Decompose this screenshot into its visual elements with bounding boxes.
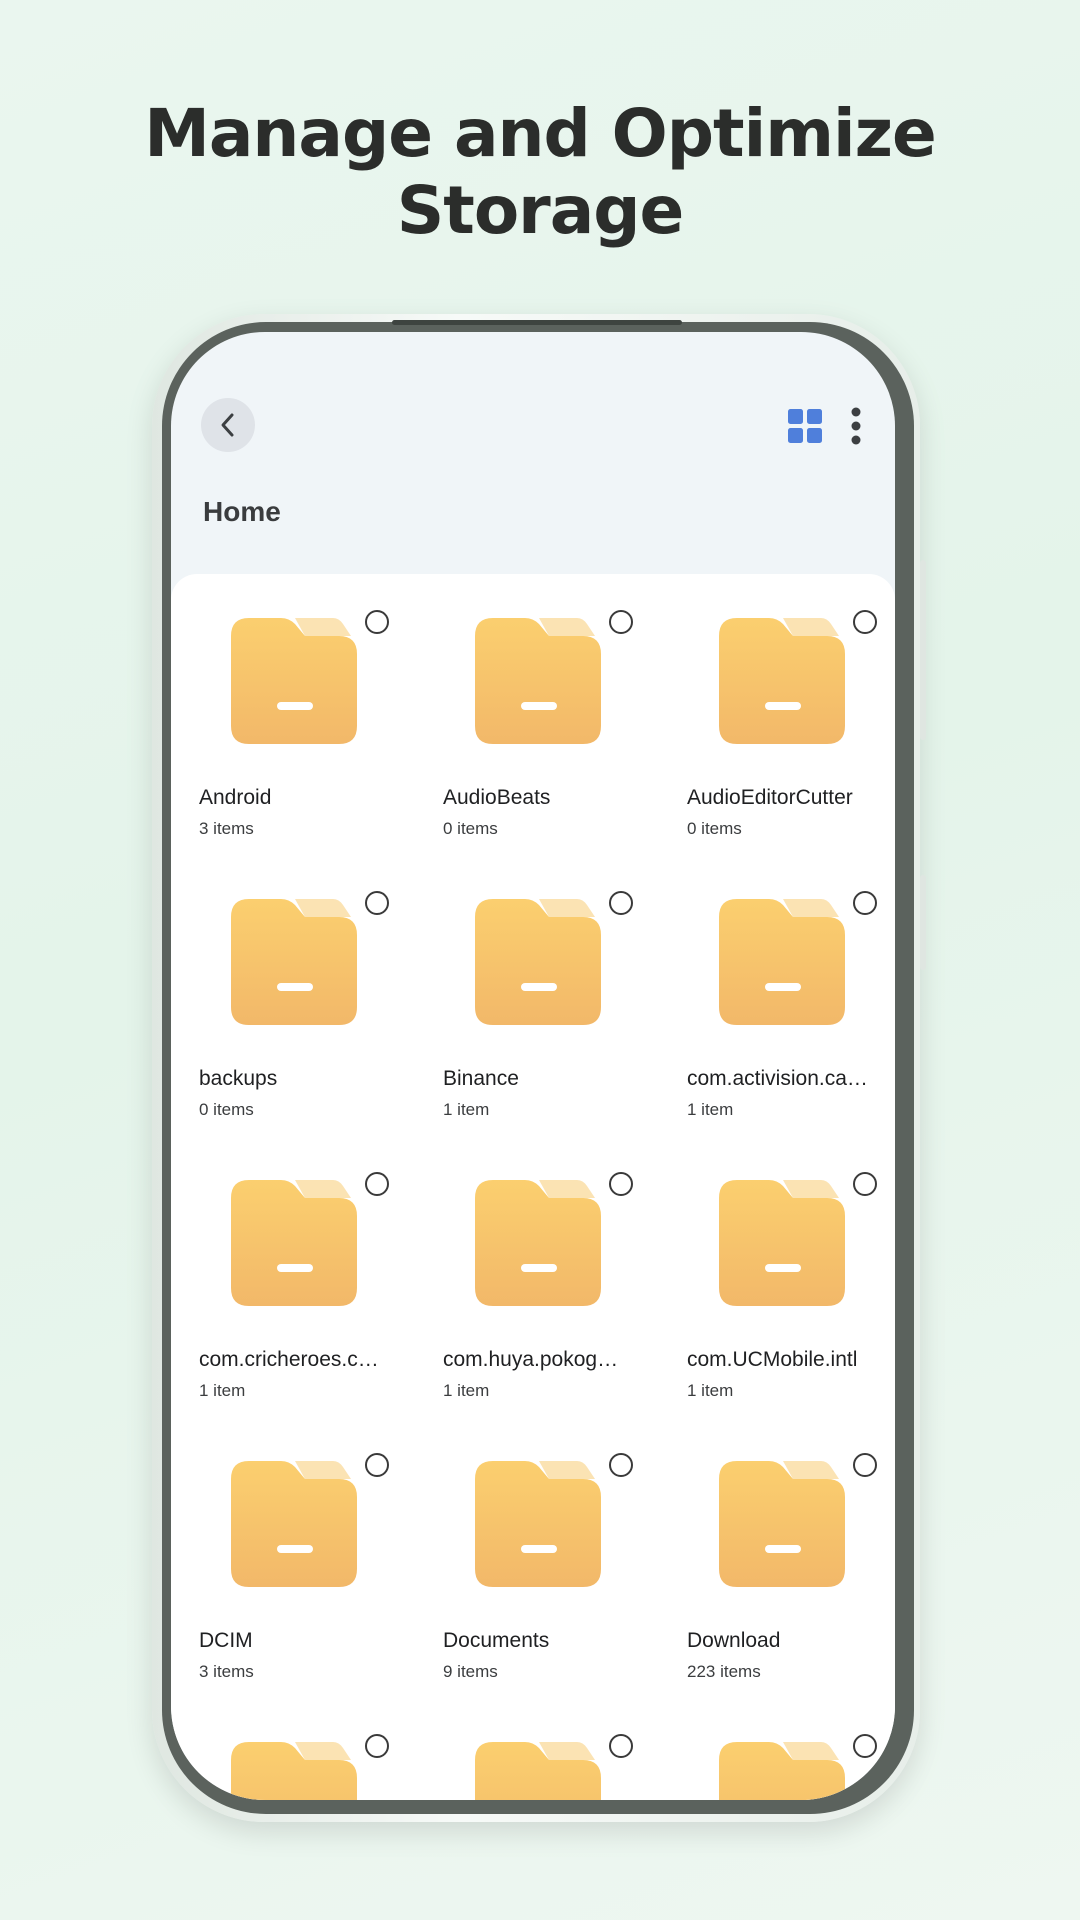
folder-item-count: 3 items xyxy=(199,1662,254,1681)
folder-item-count: 0 items xyxy=(199,1100,254,1119)
folder-icon xyxy=(475,1180,601,1306)
select-checkbox[interactable] xyxy=(365,610,389,634)
folder-item[interactable]: Documents 9 items xyxy=(443,1417,687,1698)
folder-item[interactable]: Binance 1 item xyxy=(443,855,687,1136)
phone-side-button xyxy=(920,875,926,970)
folder-icon xyxy=(231,899,357,1025)
more-vertical-icon[interactable] xyxy=(851,407,861,445)
select-checkbox[interactable] xyxy=(853,1734,877,1758)
select-checkbox[interactable] xyxy=(365,1734,389,1758)
folder-icon xyxy=(719,1461,845,1587)
folder-icon xyxy=(475,1461,601,1587)
folder-icon xyxy=(231,1180,357,1306)
select-checkbox[interactable] xyxy=(365,891,389,915)
folder-icon xyxy=(719,1742,845,1800)
folder-item[interactable] xyxy=(199,1698,443,1800)
folder-icon xyxy=(231,1461,357,1587)
folder-icon xyxy=(475,618,601,744)
folder-item-count: 3 items xyxy=(199,819,254,838)
folder-icon xyxy=(719,899,845,1025)
folder-list-panel: Android 3 items AudioBeats 0 items Audio… xyxy=(171,574,895,1800)
folder-name: Documents xyxy=(443,1629,550,1652)
folder-name: com.activision.ca… xyxy=(687,1067,868,1090)
folder-item[interactable]: Android 3 items xyxy=(199,574,443,855)
select-checkbox[interactable] xyxy=(609,891,633,915)
folder-item[interactable]: com.huya.pokog… 1 item xyxy=(443,1136,687,1417)
folder-name: Download xyxy=(687,1629,781,1652)
folder-icon xyxy=(475,899,601,1025)
back-button[interactable] xyxy=(201,398,255,452)
folder-grid: Android 3 items AudioBeats 0 items Audio… xyxy=(171,574,895,1800)
folder-name: DCIM xyxy=(199,1629,253,1652)
folder-item[interactable]: com.cricheroes.c… 1 item xyxy=(199,1136,443,1417)
select-checkbox[interactable] xyxy=(365,1172,389,1196)
folder-item-count: 1 item xyxy=(443,1100,490,1119)
select-checkbox[interactable] xyxy=(853,610,877,634)
promo-headline: Manage and Optimize Storage xyxy=(144,95,937,249)
folder-item-count: 0 items xyxy=(687,819,742,838)
select-checkbox[interactable] xyxy=(609,1453,633,1477)
folder-item-count: 1 item xyxy=(687,1100,734,1119)
folder-name: com.UCMobile.intl xyxy=(687,1348,858,1371)
folder-icon xyxy=(231,1742,357,1800)
folder-name: Binance xyxy=(443,1067,519,1090)
folder-name: AudioBeats xyxy=(443,786,551,809)
folder-item[interactable]: Download 223 items xyxy=(687,1417,895,1698)
select-checkbox[interactable] xyxy=(609,1172,633,1196)
folder-name: backups xyxy=(199,1067,278,1090)
folder-icon xyxy=(231,618,357,744)
folder-item-count: 1 item xyxy=(443,1381,490,1400)
folder-item[interactable]: backups 0 items xyxy=(199,855,443,1136)
folder-name: com.cricheroes.c… xyxy=(199,1348,379,1371)
phone-side-button xyxy=(920,560,926,740)
app-screen: Home Android 3 items AudioBeats 0 items … xyxy=(171,332,895,1800)
folder-item-count: 1 item xyxy=(687,1381,734,1400)
folder-item-count: 0 items xyxy=(443,819,498,838)
folder-name: Android xyxy=(199,786,272,809)
folder-item-count: 223 items xyxy=(687,1662,761,1681)
folder-item-count: 9 items xyxy=(443,1662,498,1681)
grid-view-icon[interactable] xyxy=(788,409,822,443)
page-title: Home xyxy=(203,496,281,527)
folder-name: AudioEditorCutter xyxy=(687,786,853,809)
folder-icon xyxy=(719,618,845,744)
folder-name: com.huya.pokog… xyxy=(443,1348,619,1371)
folder-item[interactable]: com.activision.ca… 1 item xyxy=(687,855,895,1136)
select-checkbox[interactable] xyxy=(609,610,633,634)
folder-icon xyxy=(719,1180,845,1306)
folder-item[interactable]: AudioEditorCutter 0 items xyxy=(687,574,895,855)
folder-item[interactable]: com.UCMobile.intl 1 item xyxy=(687,1136,895,1417)
select-checkbox[interactable] xyxy=(853,1453,877,1477)
folder-item[interactable]: AudioBeats 0 items xyxy=(443,574,687,855)
select-checkbox[interactable] xyxy=(609,1734,633,1758)
phone-speaker xyxy=(392,320,682,325)
folder-item[interactable]: DCIM 3 items xyxy=(199,1417,443,1698)
chevron-left-icon xyxy=(221,413,234,437)
folder-item-count: 1 item xyxy=(199,1381,246,1400)
select-checkbox[interactable] xyxy=(365,1453,389,1477)
folder-item[interactable] xyxy=(687,1698,895,1800)
folder-item[interactable] xyxy=(443,1698,687,1800)
select-checkbox[interactable] xyxy=(853,1172,877,1196)
folder-icon xyxy=(475,1742,601,1800)
select-checkbox[interactable] xyxy=(853,891,877,915)
